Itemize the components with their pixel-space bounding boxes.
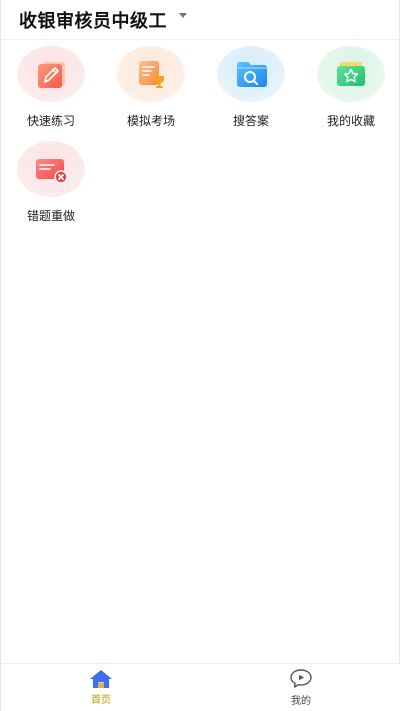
header: 收银审核员中级工 (1, 0, 400, 40)
tile-quick-practice[interactable]: 快速练习 (1, 46, 101, 141)
tile-redo-wrong[interactable]: 错题重做 (1, 141, 101, 236)
tile-mock-exam[interactable]: 模拟考场 (101, 46, 201, 141)
tile-label: 错题重做 (26, 209, 75, 223)
search-icon (217, 46, 285, 102)
chevron-down-icon[interactable] (179, 13, 187, 18)
home-icon (90, 670, 112, 688)
star-folder-icon (317, 46, 385, 102)
pencil-icon (17, 46, 85, 102)
tile-label: 快速练习 (26, 114, 75, 128)
exam-icon (117, 46, 185, 102)
tile-search-answers[interactable]: 搜答案 (201, 46, 301, 141)
tab-mine[interactable]: 我的 (201, 664, 400, 711)
tile-label: 我的收藏 (326, 114, 375, 128)
feature-grid: 快速练习 模拟考场 搜答案 我的收藏 错题重做 (1, 46, 400, 236)
tab-home[interactable]: 首页 (1, 664, 201, 711)
tile-label: 搜答案 (232, 114, 269, 128)
chat-bubble-icon (290, 669, 312, 688)
tab-label: 我的 (291, 696, 311, 707)
tab-label: 首页 (91, 695, 111, 706)
app-frame: 收银审核员中级工 快速练习 模拟考场 搜答案 我的收藏 错题重做 首页 我的 (0, 0, 400, 711)
wrong-card-icon (17, 141, 85, 197)
page-title[interactable]: 收银审核员中级工 (19, 7, 167, 33)
tile-my-favorites[interactable]: 我的收藏 (301, 46, 400, 141)
bottom-tab-bar: 首页 我的 (1, 663, 400, 711)
tile-label: 模拟考场 (126, 114, 175, 128)
